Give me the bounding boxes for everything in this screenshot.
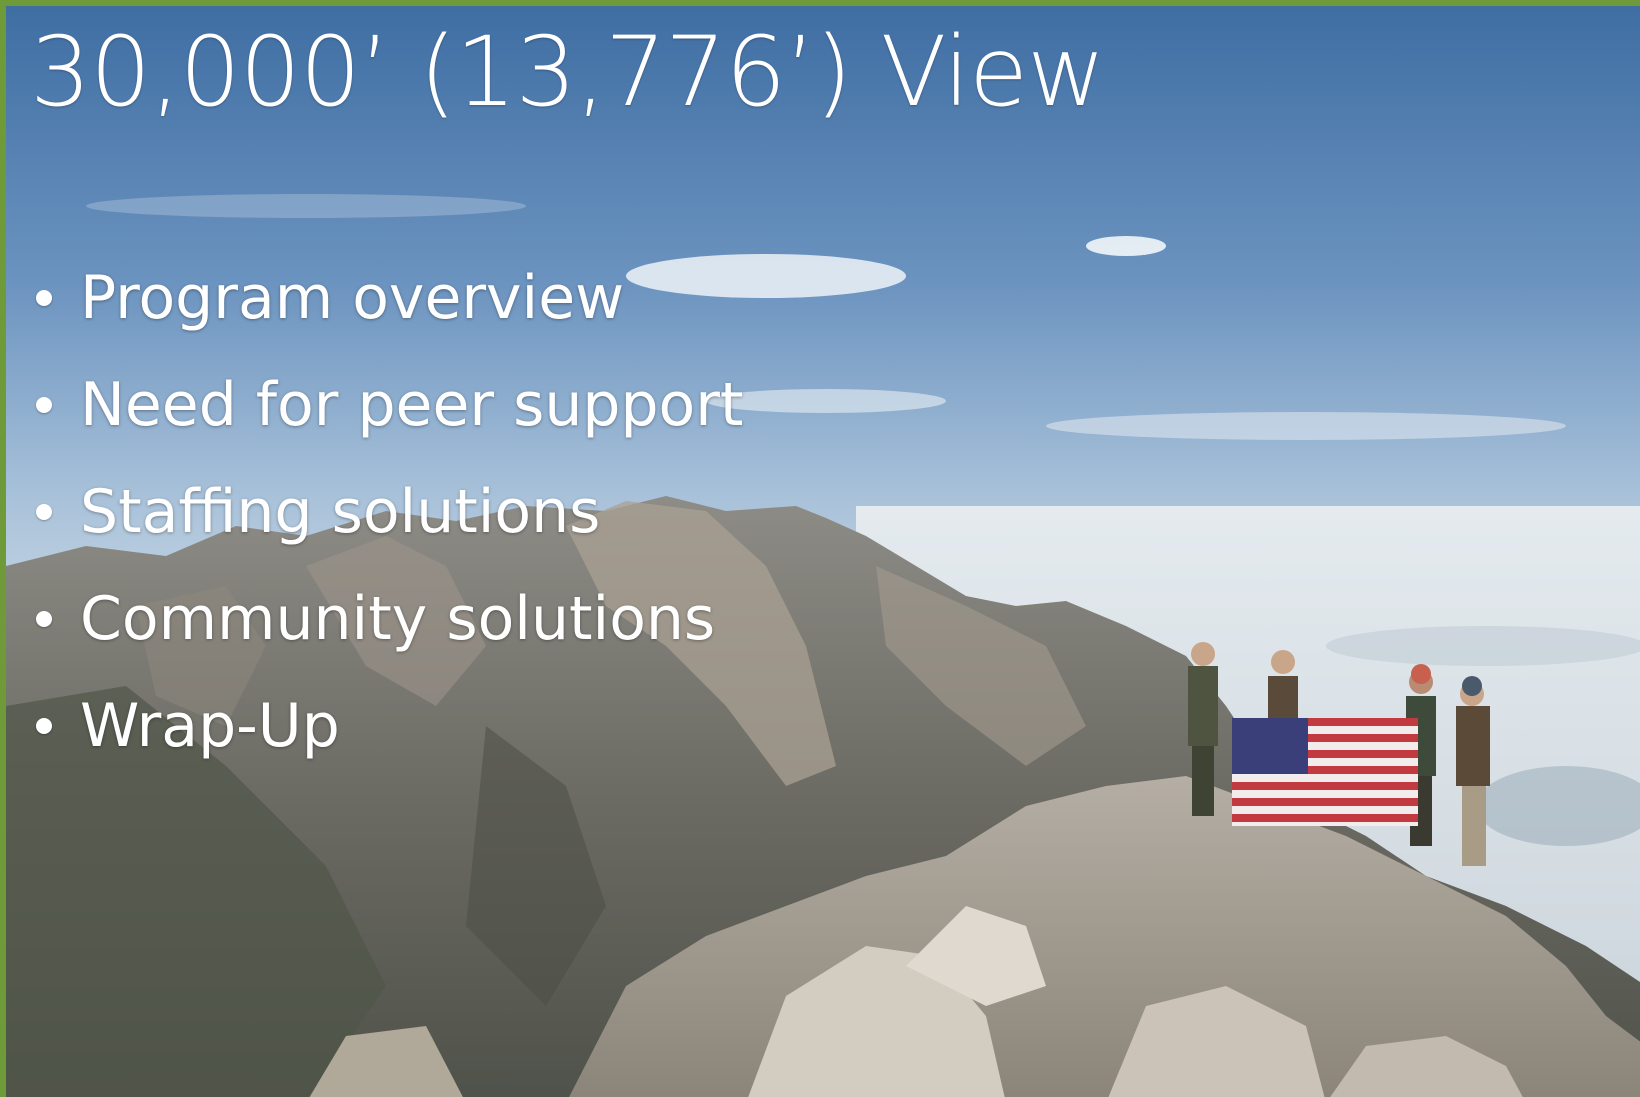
agenda-item: Need for peer support [32,351,743,458]
slide-title: 30,000’ (13,776’) View [30,16,1106,128]
agenda-item: Wrap-Up [32,672,743,779]
agenda-item-label: Wrap-Up [80,690,340,761]
us-flag [1232,718,1418,826]
agenda-list: Program overview Need for peer support S… [32,244,743,779]
bullet-icon [36,610,52,627]
agenda-item: Staffing solutions [32,458,743,565]
agenda-item-label: Need for peer support [80,369,744,440]
agenda-item-label: Staffing solutions [80,476,601,547]
bullet-icon [36,717,52,734]
agenda-item-label: Program overview [80,262,625,333]
slide: 30,000’ (13,776’) View Program overview … [0,0,1640,1097]
bullet-icon [36,396,52,413]
agenda-item: Community solutions [32,565,743,672]
agenda-item: Program overview [32,244,743,351]
bullet-icon [36,289,52,306]
bullet-icon [36,503,52,520]
agenda-item-label: Community solutions [80,583,716,654]
